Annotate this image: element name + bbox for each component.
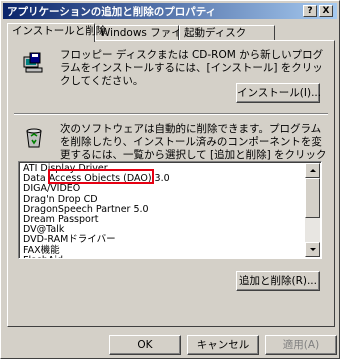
floppy-computer-icon [22, 51, 46, 75]
install-button[interactable]: インストール(I)... [236, 83, 321, 103]
recycle-bin-icon [22, 125, 46, 149]
scroll-up-button[interactable] [305, 163, 320, 178]
apply-button[interactable]: 適用(A) [265, 335, 337, 355]
tab-startup-disk[interactable]: 起動ディスク [179, 25, 275, 41]
section-divider [14, 113, 328, 115]
scroll-down-button[interactable] [305, 242, 320, 257]
program-list-item[interactable]: DVD-RAMドライバー [21, 235, 303, 245]
arrow-up-icon [310, 169, 316, 172]
list-scrollbar[interactable] [305, 163, 320, 257]
close-button[interactable]: X [319, 5, 333, 17]
scroll-thumb[interactable] [305, 178, 320, 218]
title-bar[interactable]: アプリケーションの追加と削除のプロパティ ? X [3, 3, 337, 19]
ok-button[interactable]: OK [109, 335, 181, 355]
cancel-button[interactable]: キャンセル [187, 335, 259, 355]
window-title: アプリケーションの追加と削除のプロパティ [7, 6, 217, 18]
tab-install-remove[interactable]: インストールと削除 [7, 23, 106, 42]
help-button[interactable]: ? [303, 5, 317, 17]
program-list-item[interactable]: FAX機能 [21, 245, 303, 256]
arrow-down-icon [310, 248, 316, 251]
highlight-box [48, 169, 154, 184]
tab-windows-files[interactable]: Windows ファイル [95, 25, 192, 41]
program-list-item[interactable]: FlashAid [21, 255, 303, 258]
add-remove-button[interactable]: 追加と削除(R)... [236, 271, 320, 291]
properties-window: アプリケーションの追加と削除のプロパティ ? X インストールと削除 Windo… [0, 0, 340, 359]
